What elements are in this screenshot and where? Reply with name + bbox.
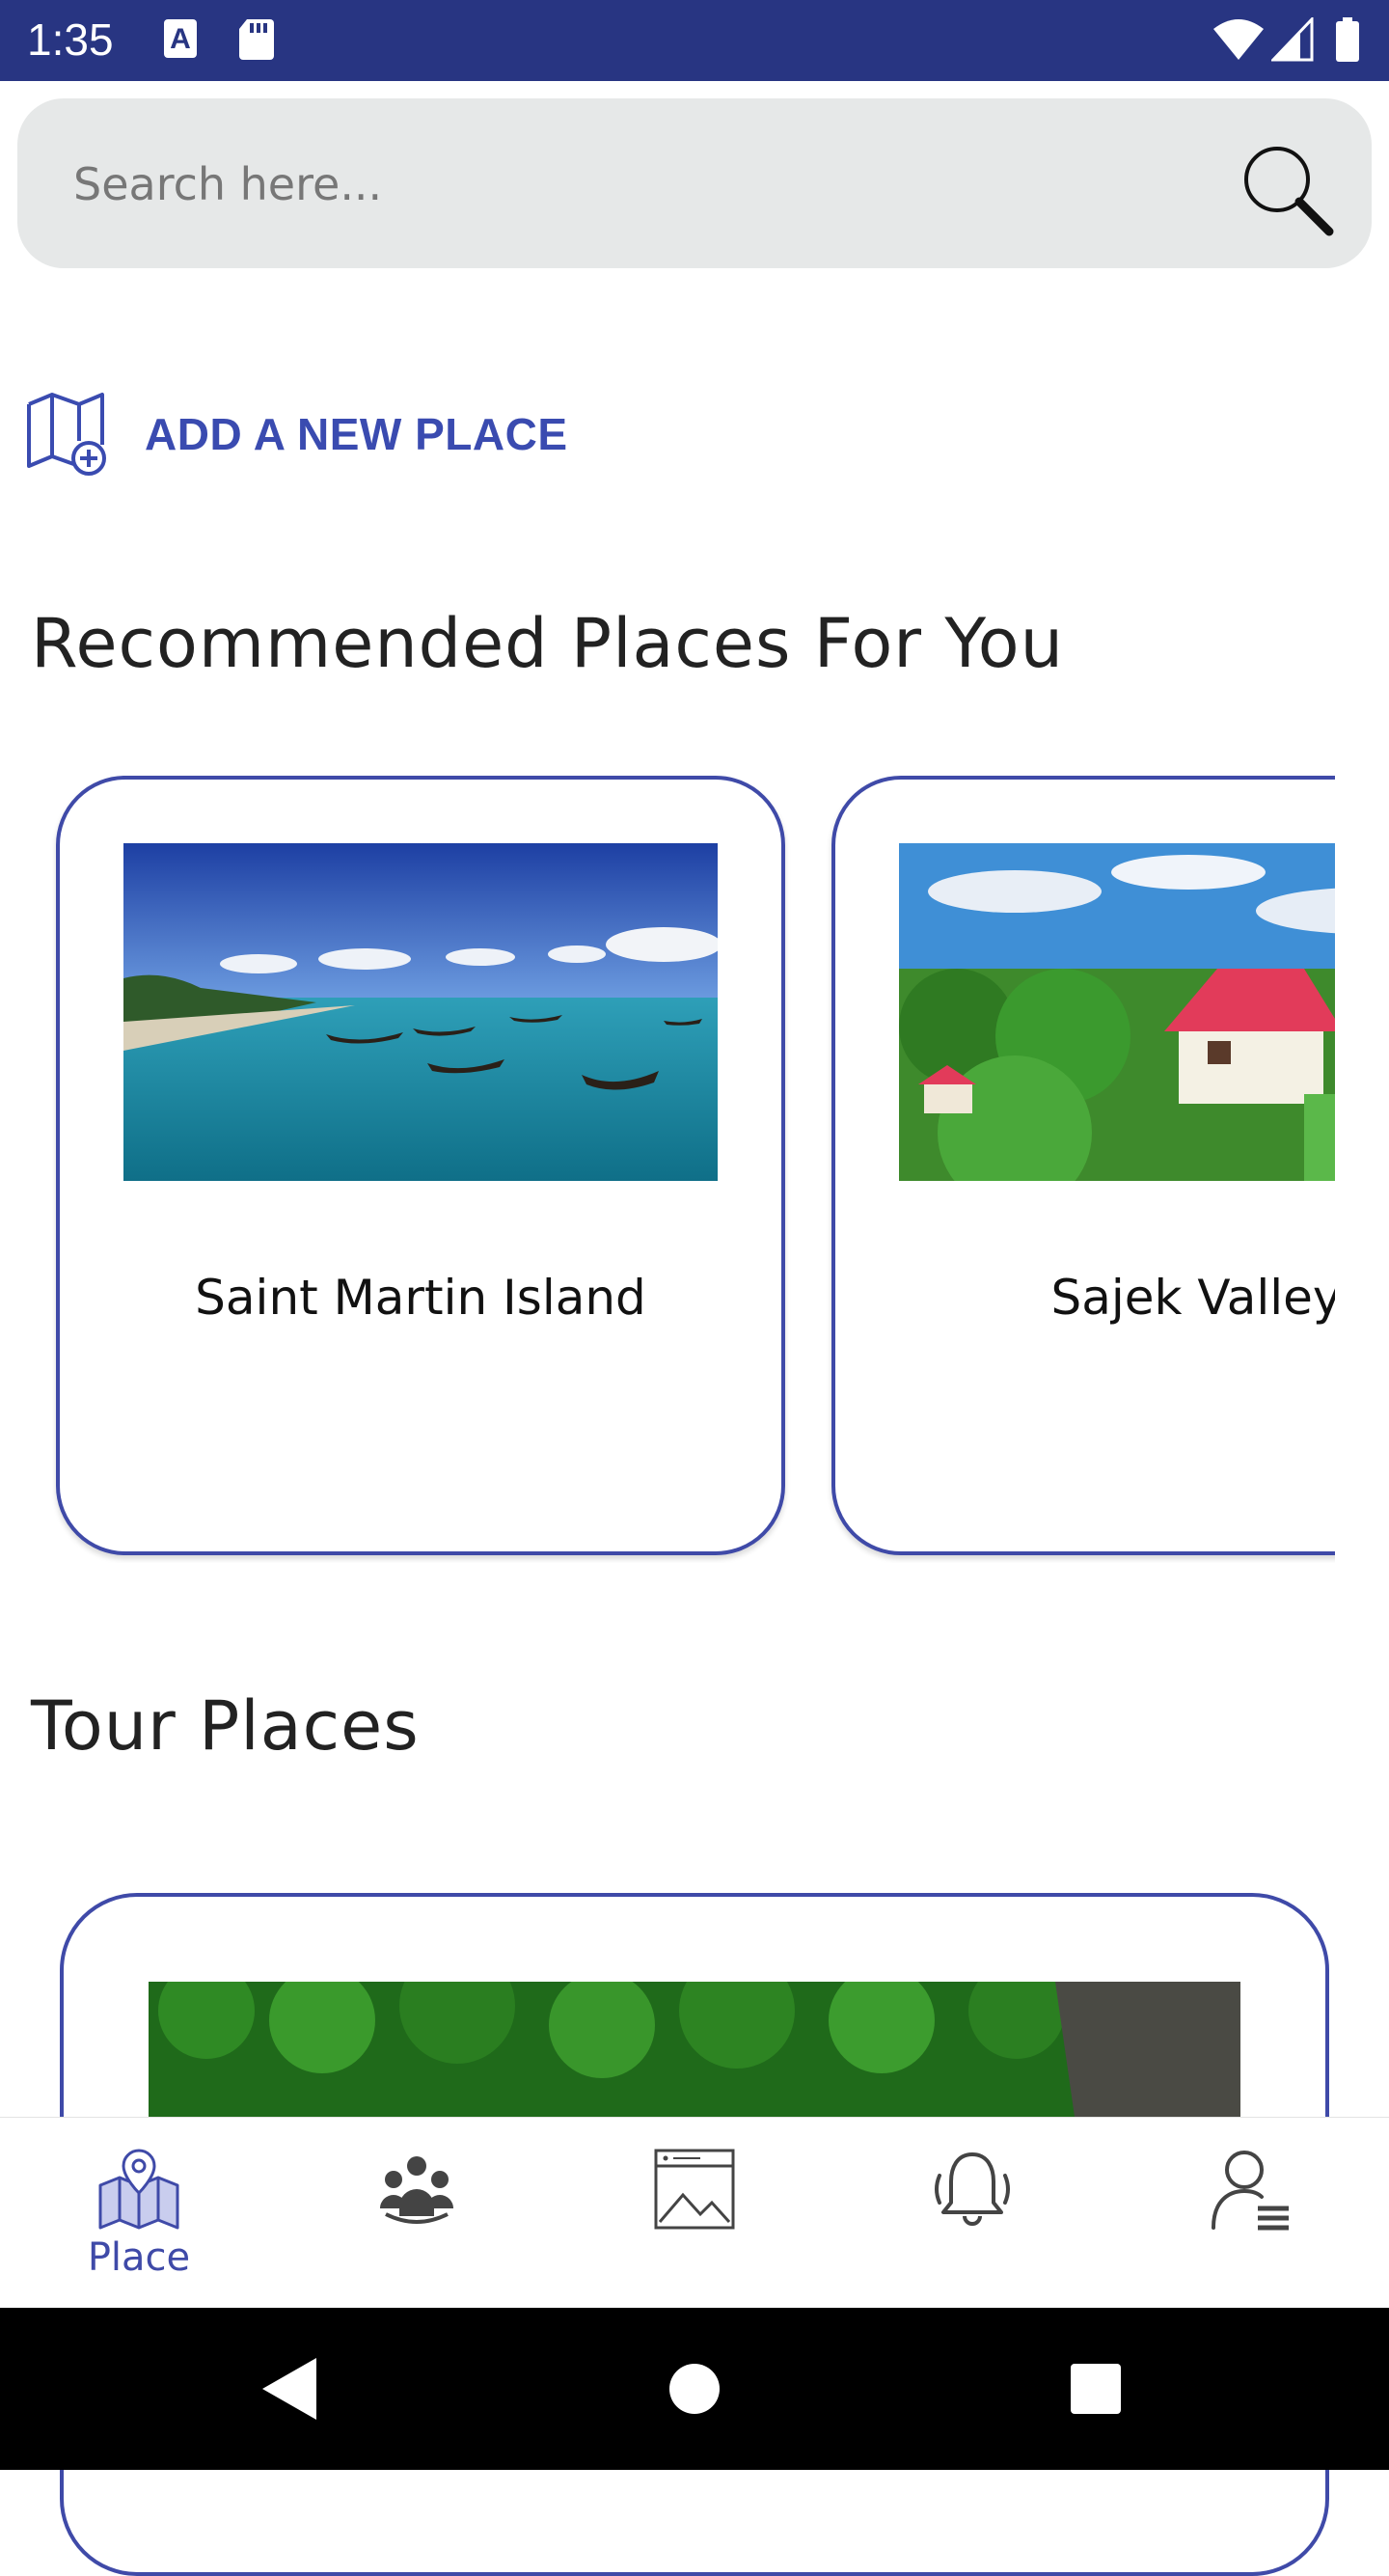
nav-place-label: Place — [87, 2235, 191, 2280]
bell-icon — [935, 2152, 1010, 2226]
place-card-title: Saint Martin Island — [195, 1270, 646, 1326]
add-new-place-label: ADD A NEW PLACE — [145, 409, 568, 459]
nav-profile[interactable] — [1111, 2118, 1389, 2309]
nav-notifications[interactable] — [833, 2118, 1111, 2309]
search-bar — [17, 98, 1372, 270]
tour-section-title: Tour Places — [31, 1686, 420, 1766]
add-new-place-button[interactable]: ADD A NEW PLACE — [25, 386, 568, 482]
recommended-section-title: Recommended Places For You — [31, 604, 1064, 683]
nav-gallery[interactable] — [556, 2118, 833, 2309]
signal-icon — [1271, 17, 1314, 62]
group-icon — [380, 2156, 453, 2224]
system-navigation-bar — [0, 2308, 1389, 2470]
status-bar: 1:35 A — [0, 0, 1389, 81]
gallery-icon — [654, 2149, 735, 2230]
profile-list-icon — [1212, 2151, 1289, 2231]
status-time: 1:35 — [27, 14, 114, 65]
nav-place[interactable]: Place — [0, 2118, 278, 2309]
wifi-icon — [1213, 19, 1264, 60]
search-input[interactable] — [71, 98, 1136, 270]
map-plus-icon — [27, 393, 106, 476]
nav-groups[interactable] — [278, 2118, 556, 2309]
back-icon[interactable] — [253, 2350, 330, 2427]
place-card-sajek-valley[interactable]: Sajek Valley — [831, 776, 1335, 1555]
recommended-carousel[interactable]: Saint Martin Island Sajek Valley — [0, 772, 1335, 1563]
search-icon[interactable] — [1235, 137, 1341, 243]
sd-card-icon — [239, 19, 274, 60]
place-card-title: Sajek Valley — [1050, 1270, 1336, 1326]
map-pin-icon — [98, 2149, 179, 2230]
battery-icon — [1336, 17, 1359, 62]
place-card-saint-martin[interactable]: Saint Martin Island — [56, 776, 785, 1555]
beach-boats-photo — [123, 843, 718, 1181]
hill-cottage-photo — [899, 843, 1335, 1181]
font-a-icon: A — [164, 19, 197, 58]
svg-text:A: A — [170, 23, 191, 55]
home-icon[interactable] — [656, 2350, 733, 2427]
bottom-navigation: Place — [0, 2117, 1389, 2309]
recents-icon[interactable] — [1057, 2350, 1134, 2427]
